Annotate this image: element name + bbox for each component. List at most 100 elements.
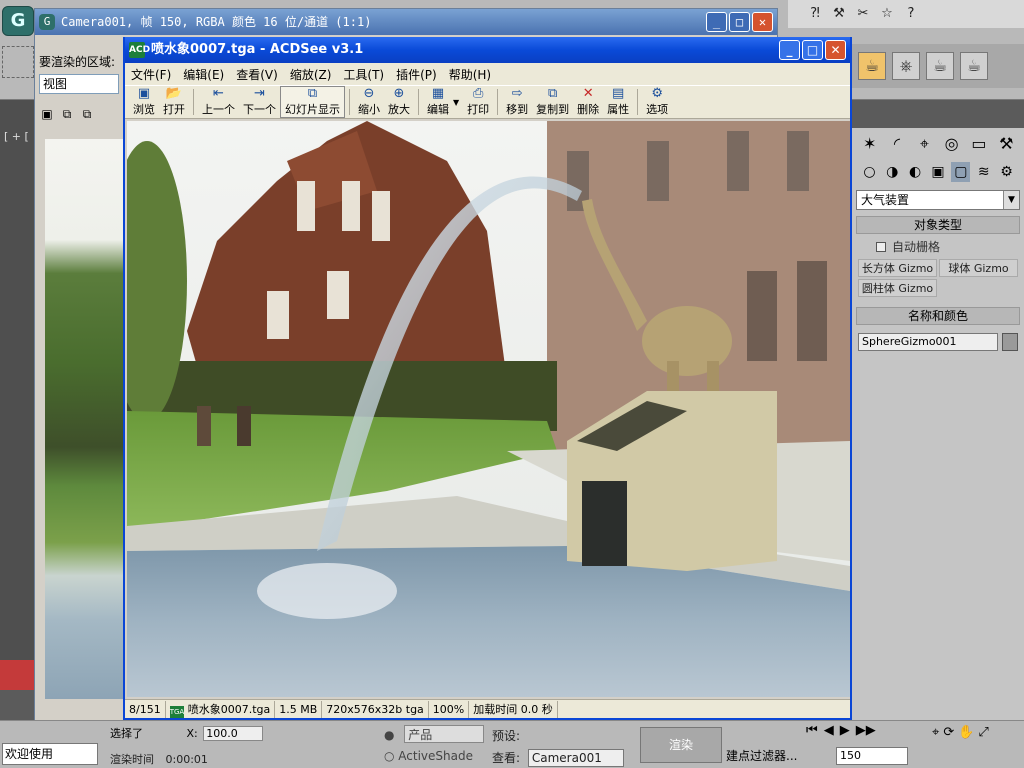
rollout-object-type[interactable]: 对象类型 [856, 216, 1020, 234]
object-name-input[interactable]: SphereGizmo001 [858, 333, 998, 351]
chevron-down-icon[interactable]: ▼ [1003, 191, 1019, 209]
render-button[interactable]: 渲染 [640, 727, 722, 763]
copy-to-button[interactable]: ⧉ 复制到 [532, 86, 573, 118]
fountain-elephant-image [127, 121, 850, 697]
auto-grid-checkbox[interactable]: 自动栅格 [876, 238, 1000, 255]
create-tab-icon[interactable]: ✶ [858, 132, 881, 156]
production-radio[interactable]: ● 产品 [384, 725, 485, 743]
render-maximize-button[interactable]: □ [729, 12, 750, 32]
spacewarps-icon[interactable]: ≋ [974, 162, 993, 182]
next-icon: ⇥ [254, 86, 265, 101]
current-frame-field[interactable]: 150 [836, 747, 908, 765]
max-logo-icon[interactable]: G [2, 6, 34, 36]
box-gizmo-button[interactable]: 长方体 Gizmo [858, 259, 937, 277]
browse-button[interactable]: ▣ 浏览 [129, 86, 159, 118]
menu-plugins[interactable]: 插件(P) [396, 66, 437, 83]
orbit-icon[interactable]: ⟳ [943, 725, 954, 740]
render-frame-titlebar[interactable]: G Camera001, 帧 150, RGBA 颜色 16 位/通道 (1:1… [35, 9, 777, 35]
helpers-icon[interactable]: ▢ [951, 162, 971, 182]
camera-select[interactable]: Camera001 [527, 749, 624, 767]
sphere-gizmo-button[interactable]: 球体 Gizmo [939, 259, 1018, 277]
activeshade-label: ActiveShade [398, 749, 473, 763]
menu-edit[interactable]: 编辑(E) [183, 66, 224, 83]
x-coord-field[interactable]: 100.0 [203, 726, 264, 741]
prev-frame-icon[interactable]: ◀ [824, 723, 834, 738]
render-area-select[interactable]: 视图 [39, 74, 119, 94]
helper-type-dropdown[interactable]: 大气装置 ▼ [856, 190, 1020, 210]
maximize-viewport-icon[interactable]: ⤢ [978, 725, 988, 740]
previous-button[interactable]: ⇤ 上一个 [198, 86, 239, 118]
motion-tab-icon[interactable]: ◎ [940, 132, 963, 156]
scissors-icon[interactable]: ✂ [854, 5, 872, 23]
geometry-icon[interactable]: ○ [860, 162, 879, 182]
hierarchy-tab-icon[interactable]: ⌖ [913, 132, 936, 156]
pan-hand-icon[interactable]: ✋ [958, 725, 974, 740]
print-button[interactable]: ⎙ 打印 [463, 86, 493, 118]
next-frame-icon[interactable]: ▶▶ [856, 723, 876, 738]
go-to-start-icon[interactable]: ⏮ [806, 723, 818, 738]
options-button[interactable]: ⚙ 选项 [642, 86, 672, 118]
render-close-button[interactable]: ✕ [752, 12, 773, 32]
move-to-icon: ⇨ [511, 86, 523, 101]
cameras-icon[interactable]: ▣ [929, 162, 948, 182]
modify-tab-icon[interactable]: ◜ [885, 132, 908, 156]
render-production-teapot-icon[interactable]: ☕ [926, 52, 954, 80]
open-button[interactable]: 📂 打开 [159, 86, 189, 118]
checkbox-box[interactable] [876, 242, 886, 252]
acdsee-maximize-button[interactable]: □ [802, 40, 823, 60]
render-minimize-button[interactable]: _ [706, 12, 727, 32]
zoom-in-button[interactable]: ⊕ 放大 [384, 86, 414, 118]
copy-image-icon[interactable]: ⧉ [59, 107, 75, 123]
rendered-image-view[interactable] [127, 121, 850, 697]
quick-render-teapot-icon[interactable]: ☕ [960, 52, 988, 80]
zoom-icon[interactable]: ⌖ [932, 725, 939, 740]
object-color-swatch[interactable] [1002, 333, 1018, 351]
clone-frame-icon[interactable]: ⧉ [79, 107, 95, 123]
render-frame-icon[interactable]: ⎈ [892, 52, 920, 80]
options-label: 选项 [646, 103, 669, 116]
tga-file-icon: TGA [169, 705, 185, 718]
systems-icon[interactable]: ⚙ [997, 162, 1016, 182]
menu-file[interactable]: 文件(F) [131, 66, 171, 83]
delete-button[interactable]: ✕ 删除 [573, 86, 603, 118]
rollout-name-color[interactable]: 名称和颜色 [856, 307, 1020, 325]
menu-view[interactable]: 查看(V) [236, 66, 278, 83]
edit-dropdown-arrow-icon[interactable]: ▼ [453, 98, 459, 107]
shapes-icon[interactable]: ◑ [883, 162, 902, 182]
display-tab-icon[interactable]: ▭ [967, 132, 990, 156]
help-icon[interactable]: ? [902, 5, 920, 23]
utilities-tab-icon[interactable]: ⚒ [995, 132, 1018, 156]
key-filter-button[interactable]: 建点过滤器... [726, 747, 797, 764]
play-icon[interactable]: ▶ [840, 723, 850, 738]
max-script-listener[interactable]: 欢迎使用 MAXSc [2, 743, 98, 768]
menu-help[interactable]: 帮助(H) [449, 66, 491, 83]
activeshade-radio[interactable]: ○ ActiveShade [384, 749, 473, 763]
menu-zoom[interactable]: 缩放(Z) [290, 66, 332, 83]
zoom-out-button[interactable]: ⊖ 缩小 [354, 86, 384, 118]
render-setup-teapot-icon[interactable]: ☕ [858, 52, 886, 80]
rendered-image-left-part [45, 139, 135, 699]
acdsee-titlebar[interactable]: ACD 喷水象0007.tga - ACDSee v3.1 _ □ ✕ [125, 37, 850, 63]
star-icon[interactable]: ☆ [878, 5, 896, 23]
edit-icon: ▦ [431, 86, 445, 101]
properties-button[interactable]: ▤ 属性 [603, 86, 633, 118]
select-region-icon[interactable] [2, 46, 34, 78]
next-label: 下一个 [243, 103, 276, 116]
next-button[interactable]: ⇥ 下一个 [239, 86, 280, 118]
menu-tools[interactable]: 工具(T) [343, 66, 384, 83]
max-top-icons: ⁈ ⚒ ✂ ☆ ? [806, 2, 920, 26]
toolbar-separator [637, 89, 639, 115]
move-to-button[interactable]: ⇨ 移到 [502, 86, 532, 118]
slideshow-button[interactable]: ⧉ 幻灯片显示 [280, 86, 345, 118]
tools-icon[interactable]: ⚒ [830, 5, 848, 23]
acdsee-close-button[interactable]: ✕ [825, 40, 846, 60]
acdsee-minimize-button[interactable]: _ [779, 40, 800, 60]
viewport-label[interactable]: [ + [ [4, 130, 29, 143]
cylinder-gizmo-button[interactable]: 圆柱体 Gizmo [858, 279, 937, 297]
search-binoculars-icon[interactable]: ⁈ [806, 5, 824, 23]
edit-button[interactable]: ▦ 编辑 [423, 86, 453, 118]
zoom-in-label: 放大 [388, 103, 410, 116]
elephant-leg [707, 361, 719, 391]
lights-icon[interactable]: ◐ [906, 162, 925, 182]
save-image-icon[interactable]: ▣ [39, 107, 55, 123]
